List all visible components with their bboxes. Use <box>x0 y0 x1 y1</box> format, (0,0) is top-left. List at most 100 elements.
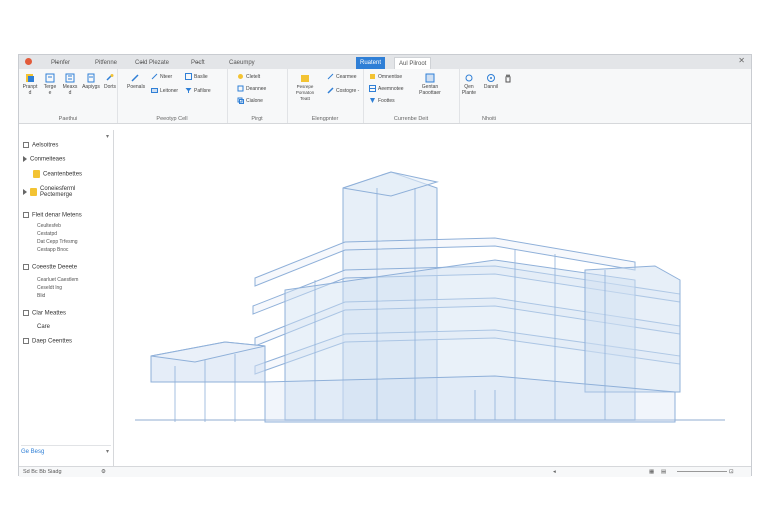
tree-item[interactable]: Coneiesferml Pectemerge <box>23 186 75 198</box>
tool-9[interactable]: Qen Plante <box>459 73 479 96</box>
shape-icon <box>237 85 244 92</box>
page-icon <box>45 73 55 83</box>
model-canvas[interactable] <box>115 130 749 466</box>
layer-icon <box>151 88 158 94</box>
tree-item[interactable]: Fleit denar Metens <box>23 212 82 219</box>
tool-2[interactable]: Terge e <box>42 73 58 96</box>
tree-item[interactable]: Aelsoitres <box>23 142 58 149</box>
tool-4[interactable]: Aapiygs <box>82 73 100 90</box>
tool-5[interactable]: Dorts <box>103 73 117 90</box>
ribbon-group-1: Pranpt d Terge e Meaxs d Aapiygs Dorts P… <box>19 69 118 123</box>
navigation-panel: ▾ Aelsoitres Conmeiteaes Ceantenbettes C… <box>19 130 114 467</box>
hand-tool[interactable] <box>501 73 515 84</box>
tool-r3[interactable]: Leitoner <box>151 87 178 96</box>
link-icon <box>106 74 114 81</box>
tool-1-label: Pranpt d <box>22 84 38 96</box>
tree-subitem[interactable]: Ceseldt lng <box>37 285 62 291</box>
close-icon[interactable]: ✕ <box>738 56 745 65</box>
pencil-icon <box>327 73 334 80</box>
tree-item[interactable]: Coeestte Deeete <box>23 264 77 271</box>
tool-r5[interactable]: Cletelt <box>237 73 260 82</box>
tool-7[interactable]: Pesrepe Pornaton Teatt <box>293 73 317 102</box>
filter-icon <box>185 88 192 94</box>
tree-item-label: Ceantenbettes <box>43 171 83 178</box>
checkbox-icon[interactable] <box>23 310 29 316</box>
tab-4[interactable]: Pe̶cft <box>187 57 209 69</box>
tree-subitem[interactable]: Cearluet Caestlem <box>37 277 78 283</box>
checkbox-icon[interactable] <box>23 212 29 218</box>
tool-r7[interactable]: Cialone <box>237 97 263 106</box>
zoom-icon[interactable]: ⊡ <box>729 467 734 477</box>
tab-2[interactable]: Pitfenne <box>91 57 121 69</box>
edit-icon <box>151 73 158 80</box>
view2-icon[interactable]: ▤ <box>661 467 666 477</box>
tool-6[interactable]: Poenals <box>127 73 145 90</box>
expand-arrow-icon[interactable] <box>23 156 27 162</box>
tab-active[interactable]: Ruatent <box>356 57 386 69</box>
tool-r4[interactable]: Pafilsre <box>185 87 211 96</box>
document-icon <box>87 73 95 83</box>
table-icon <box>369 85 376 93</box>
tree-item-label: Clar Meattes <box>32 310 67 317</box>
brush-icon <box>327 87 334 94</box>
tool-r1[interactable]: Nteer <box>151 73 172 82</box>
tree-subitem[interactable]: Blid <box>37 293 45 299</box>
checkbox-icon[interactable] <box>23 264 29 270</box>
status-bar: Sd Bc Bb Siadg ⚙ ◂ ▦ ▤ ⊡ <box>19 466 751 477</box>
checkbox-icon[interactable] <box>23 338 29 344</box>
tree-subitem[interactable]: Ceultesfeb <box>37 223 61 229</box>
tree-item[interactable]: Care <box>37 324 50 330</box>
expand-arrow-icon[interactable] <box>23 189 27 195</box>
tree-subitem[interactable]: Cestatpd <box>37 231 57 237</box>
tool-3[interactable]: Meaxs d <box>62 73 78 96</box>
tree-item-label: Coeestte Deeete <box>32 264 78 271</box>
tool-r8[interactable]: Cearmee <box>327 73 357 82</box>
grid-icon <box>185 73 192 81</box>
tree-item[interactable]: Conmeiteaes <box>23 156 65 163</box>
tool-r1-label: Nteer <box>160 74 173 80</box>
ribbon-group-label: Elengpnter <box>311 116 339 122</box>
copy-icon <box>237 97 244 105</box>
hand-icon <box>505 73 511 83</box>
tool-1[interactable]: Pranpt d <box>22 73 38 96</box>
tree-item[interactable]: Ceantenbettes <box>33 170 82 178</box>
chevron-down-icon[interactable]: ▾ <box>106 133 109 140</box>
tab-1[interactable]: Pl̶enfer <box>47 57 74 69</box>
tool-r10[interactable]: Omnentise <box>369 73 402 82</box>
prev-icon[interactable]: ◂ <box>553 467 556 477</box>
ribbon-group-2: Poenals Nteer Baslie Leitoner Pafilsre P… <box>117 69 228 123</box>
tree-item[interactable]: Daep Ceenttes <box>23 338 72 345</box>
tool-r4-label: Pafilsre <box>194 88 211 94</box>
tool-r9[interactable]: Costogre - <box>327 87 359 96</box>
tool-r2[interactable]: Baslie <box>185 73 208 82</box>
tool-8[interactable]: Gentan Paoottaer <box>417 73 443 96</box>
ribbon-group-label: Paethui <box>58 116 78 122</box>
tree-subitem[interactable]: Dat Cepp Trfesmg <box>37 239 78 245</box>
tool-r11[interactable]: Aeemnotee <box>369 85 404 94</box>
settings-icon[interactable]: ⚙ <box>101 467 106 477</box>
pencil-icon <box>131 74 139 82</box>
zoom-slider[interactable] <box>677 471 727 472</box>
view-icon[interactable]: ▦ <box>649 467 654 477</box>
folder-icon <box>301 75 309 82</box>
building-model[interactable] <box>115 130 749 466</box>
tool-r11-label: Aeemnotee <box>378 86 404 92</box>
tool-r6[interactable]: Deannee <box>237 85 266 94</box>
tool-r2-label: Baslie <box>194 74 208 80</box>
tool-r12[interactable]: Foottes <box>369 97 395 106</box>
ribbon-group-label: Currenbe Deit <box>393 116 429 122</box>
tool-10[interactable]: Dannil <box>481 73 501 90</box>
tree-item-label: Conmeiteaes <box>30 156 66 163</box>
tab-3[interactable]: Ce̶ld Plezate <box>131 57 173 69</box>
ribbon-group-label: Pirgt <box>251 116 263 122</box>
ribbon-group-label: Nhoiti <box>481 116 497 122</box>
app-window: Pl̶enfer Pitfenne Ce̶ld Plezate Pe̶cft C… <box>18 54 752 477</box>
tab-5[interactable]: Caeumpy <box>225 57 259 69</box>
checkbox-icon[interactable] <box>23 142 29 148</box>
tool-r12-label: Foottes <box>378 98 395 104</box>
tree-item[interactable]: Clar Meattes <box>23 310 66 317</box>
app-logo-icon <box>25 58 32 65</box>
panel-footer[interactable]: Ge Besg ▾ <box>21 445 111 458</box>
chevron-down-icon[interactable]: ▾ <box>106 446 109 458</box>
tree-subitem[interactable]: Cestapp Bnoc <box>37 247 68 253</box>
